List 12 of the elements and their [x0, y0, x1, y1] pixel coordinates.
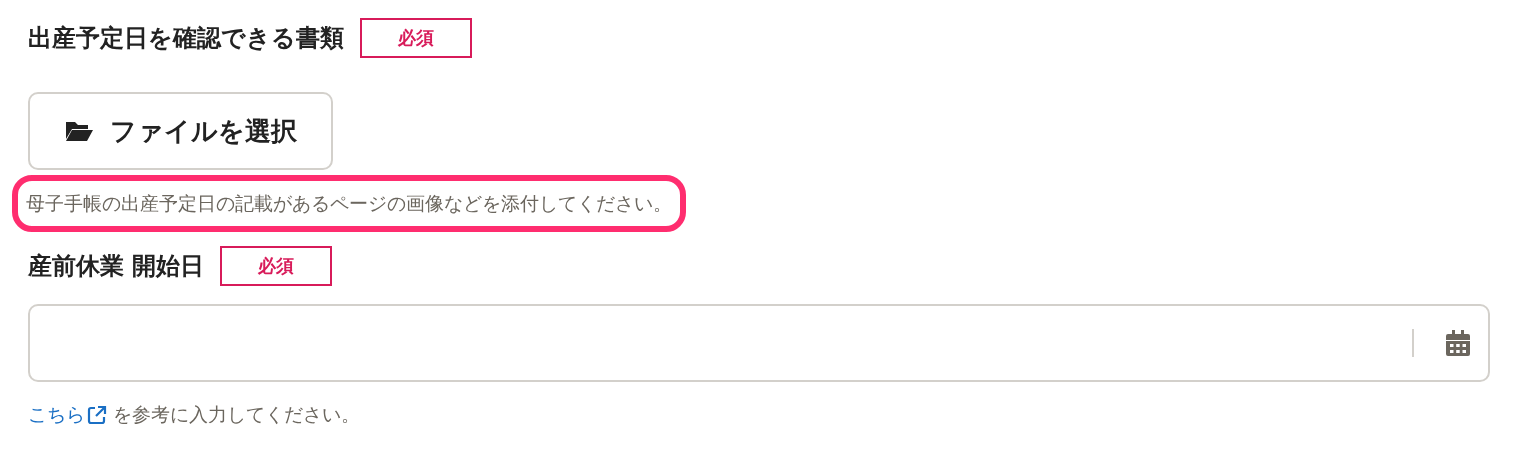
field-label: 産前休業 開始日 [28, 251, 205, 282]
external-link-icon [87, 405, 107, 425]
date-input-field[interactable] [28, 304, 1490, 382]
file-select-button[interactable]: ファイルを選択 [28, 92, 333, 170]
field-label: 出産予定日を確認できる書類 [28, 23, 344, 54]
calendar-icon [1446, 330, 1470, 356]
note-text: を参考に入力してください。 [113, 402, 360, 427]
required-badge: 必須 [220, 246, 333, 286]
required-badge: 必須 [360, 18, 472, 58]
folder-icon [64, 120, 94, 142]
hint-text: 母子手帳の出産予定日の記載があるページの画像などを添付してください。 [12, 175, 686, 232]
reference-link[interactable]: こちら [28, 402, 107, 428]
